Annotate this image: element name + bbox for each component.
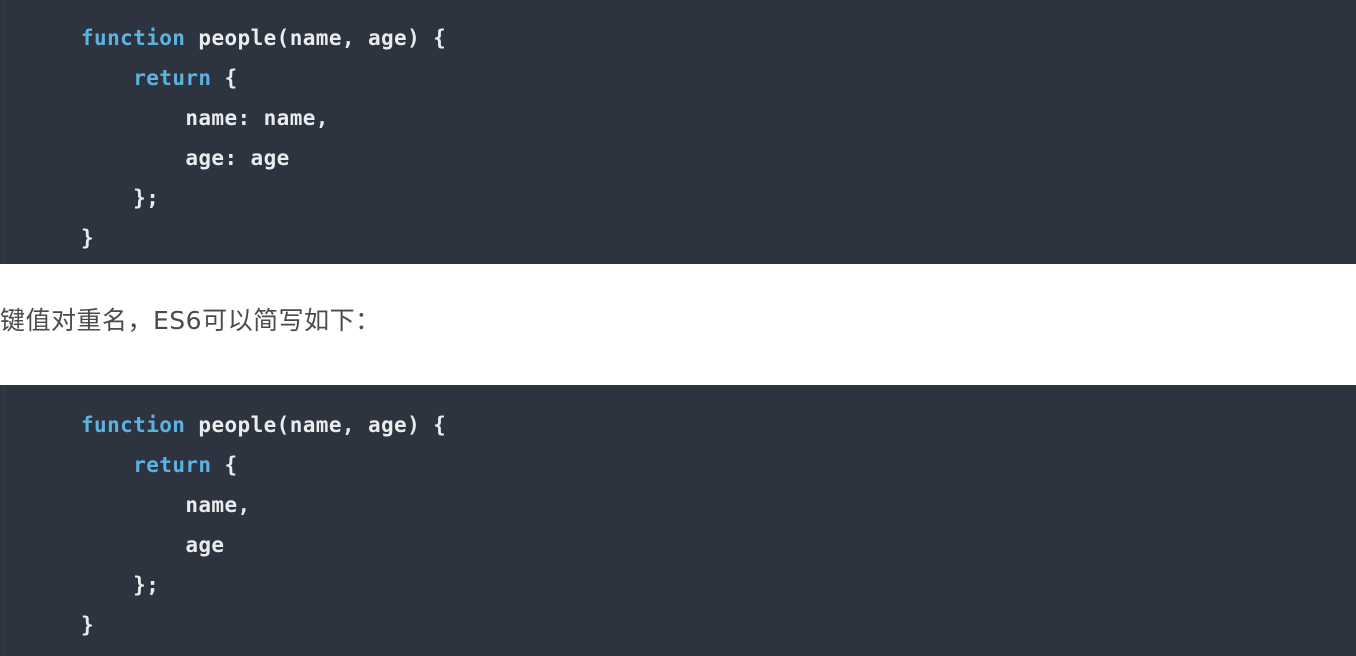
code-token-plain: people(name, age) { (185, 413, 447, 437)
prose-paragraph: 键值对重名，ES6可以简写如下： (0, 306, 381, 335)
code-line: }; (81, 565, 446, 605)
code-token-keyword: function (81, 26, 186, 50)
code-line: } (81, 218, 446, 258)
code-token-plain: age: age (81, 146, 290, 170)
code-line: name, (81, 485, 446, 525)
code-line: function people(name, age) { (81, 405, 446, 445)
code-line: return { (81, 445, 446, 485)
code-token-plain: { (211, 453, 238, 477)
code-token-keyword: return (133, 453, 212, 477)
code-token-plain: age (81, 533, 225, 557)
code-block-before[interactable]: function people(name, age) { return { na… (0, 0, 1356, 264)
code-content-before: function people(name, age) { return { na… (81, 18, 446, 258)
code-token-keyword: return (133, 66, 212, 90)
code-line: }; (81, 178, 446, 218)
article-page: function people(name, age) { return { na… (0, 0, 1356, 656)
code-line: name: name, (81, 98, 446, 138)
code-block-after[interactable]: function people(name, age) { return { na… (0, 385, 1356, 656)
code-line: function people(name, age) { (81, 18, 446, 58)
code-token-plain: } (81, 613, 95, 637)
code-line: } (81, 605, 446, 645)
code-token-plain: { (211, 66, 238, 90)
code-line: age: age (81, 138, 446, 178)
code-line: return { (81, 58, 446, 98)
code-token-plain: }; (81, 186, 160, 210)
code-line: age (81, 525, 446, 565)
code-token-plain: name: name, (81, 106, 329, 130)
code-token-keyword: function (81, 413, 186, 437)
code-token-plain: people(name, age) { (185, 26, 447, 50)
code-content-after: function people(name, age) { return { na… (81, 405, 446, 645)
code-token-plain: } (81, 226, 95, 250)
code-token-plain: }; (81, 573, 160, 597)
code-token-plain: name, (81, 493, 251, 517)
